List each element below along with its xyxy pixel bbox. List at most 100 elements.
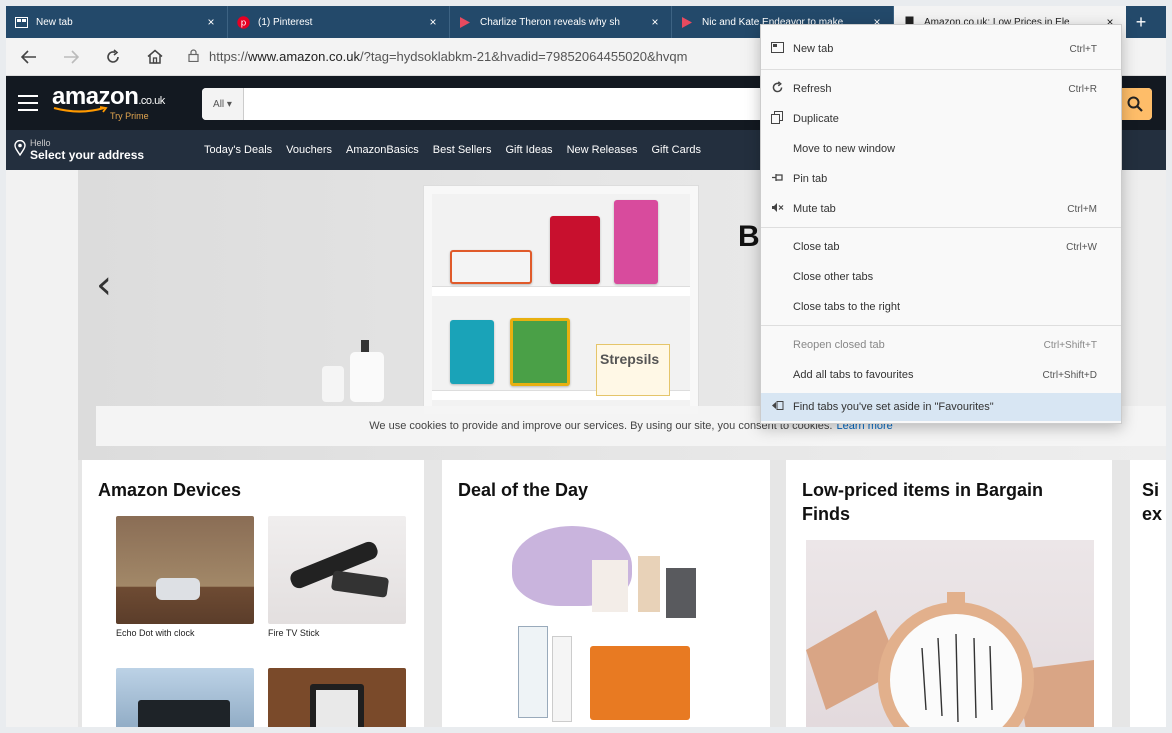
hero-product — [550, 216, 600, 284]
card-partial[interactable]: Si ex — [1130, 460, 1166, 727]
lock-icon — [188, 48, 199, 65]
device-image[interactable] — [268, 668, 406, 727]
device-caption[interactable]: Echo Dot with clock — [116, 628, 195, 638]
device-caption[interactable]: Fire TV Stick — [268, 628, 319, 638]
hero-product — [510, 318, 570, 386]
tab-title: New tab — [36, 16, 73, 28]
menu-item-label: Mute tab — [793, 203, 836, 215]
tab-title: Charlize Theron reveals why sh — [480, 16, 620, 28]
nav-new-releases[interactable]: New Releases — [567, 144, 638, 156]
nav-best-sellers[interactable]: Best Sellers — [433, 144, 492, 156]
menu-item-mute-tab[interactable]: Mute tab Ctrl+M — [761, 195, 1121, 223]
nav-todays-deals[interactable]: Today's Deals — [204, 144, 272, 156]
browser-window: New tab × p (1) Pinterest × Charlize The… — [6, 6, 1166, 727]
back-icon[interactable] — [14, 42, 44, 72]
menu-icon[interactable] — [12, 87, 44, 119]
newtab-icon — [771, 42, 793, 56]
tab-charlize[interactable]: Charlize Theron reveals why sh × — [450, 6, 672, 38]
hero-bottle — [322, 366, 344, 402]
search-icon[interactable] — [1118, 88, 1152, 120]
mute-icon — [771, 202, 793, 216]
search-category-select[interactable]: All ▾ — [202, 88, 244, 120]
deal-product-image — [592, 560, 628, 612]
home-icon[interactable] — [140, 42, 170, 72]
card-deal-of-the-day[interactable]: Deal of the Day — [442, 460, 770, 727]
menu-item-label: Reopen closed tab — [793, 339, 885, 351]
card-title: Amazon Devices — [98, 480, 242, 500]
svg-text:p: p — [240, 18, 246, 28]
nav-vouchers[interactable]: Vouchers — [286, 144, 332, 156]
menu-item-new-tab[interactable]: New tab Ctrl+T — [761, 35, 1121, 63]
menu-item-add-favourites[interactable]: Add all tabs to favourites Ctrl+Shift+D — [761, 361, 1121, 389]
location-pin-icon — [14, 139, 26, 160]
pinterest-icon: p — [236, 15, 250, 29]
logo-subtitle: Try Prime — [110, 111, 149, 121]
close-icon[interactable]: × — [647, 15, 663, 29]
tab-pinterest[interactable]: p (1) Pinterest × — [228, 6, 450, 38]
menu-item-shortcut: Ctrl+W — [1066, 241, 1097, 253]
tab-new-tab[interactable]: New tab × — [6, 6, 228, 38]
hero-product — [450, 250, 532, 284]
menu-item-duplicate[interactable]: Duplicate — [761, 105, 1121, 133]
tab-context-menu: New tab Ctrl+T Refresh Ctrl+R Duplicate … — [760, 24, 1122, 424]
echo-dot-image[interactable] — [116, 516, 254, 624]
favicon-icon — [680, 15, 694, 29]
menu-item-label: Duplicate — [793, 113, 839, 125]
duplicate-icon — [771, 111, 793, 127]
deal-product-image — [518, 626, 548, 718]
menu-item-shortcut: Ctrl+R — [1068, 83, 1097, 95]
fire-tv-stick-image[interactable] — [268, 516, 406, 624]
deal-product-image — [638, 556, 660, 612]
hero-bottle — [350, 340, 384, 402]
url-rest: /?tag=hydsoklabkm-21&hvadid=798520644550… — [360, 49, 688, 64]
deliver-to[interactable]: Hello Select your address — [14, 138, 204, 162]
setaside-icon — [771, 400, 793, 414]
menu-item-label: New tab — [793, 43, 834, 55]
amazon-logo[interactable]: amazon.co.uk Try Prime — [52, 85, 165, 121]
nav-amazonbasics[interactable]: AmazonBasics — [346, 144, 419, 156]
pin-icon — [771, 172, 793, 186]
menu-item-close-tab[interactable]: Close tab Ctrl+W — [761, 233, 1121, 261]
watch-image[interactable] — [806, 540, 1094, 727]
card-amazon-devices[interactable]: Amazon Devices Echo Dot with clock Fire … — [82, 460, 424, 727]
menu-item-close-tabs-right[interactable]: Close tabs to the right — [761, 293, 1121, 321]
nav-gift-cards[interactable]: Gift Cards — [651, 144, 701, 156]
deal-product-image — [590, 646, 690, 720]
strepsils-box: Strepsils — [596, 344, 670, 396]
menu-item-label: Add all tabs to favourites — [793, 369, 914, 381]
refresh-icon[interactable] — [98, 42, 128, 72]
close-icon[interactable]: × — [425, 15, 441, 29]
deliver-line2: Select your address — [30, 148, 145, 162]
hero-headline: B — [738, 220, 760, 253]
menu-item-close-other-tabs[interactable]: Close other tabs — [761, 263, 1121, 291]
left-margin — [6, 170, 78, 727]
logo-tld: .co.uk — [138, 95, 165, 107]
menu-item-pin-tab[interactable]: Pin tab — [761, 165, 1121, 193]
newtab-icon — [14, 15, 28, 29]
menu-item-move-window[interactable]: Move to new window — [761, 135, 1121, 163]
refresh-icon — [771, 81, 793, 97]
shelf-board — [432, 286, 690, 296]
deliver-line1: Hello — [30, 138, 51, 148]
menu-item-label: Close tabs to the right — [793, 301, 901, 313]
menu-item-shortcut: Ctrl+Shift+D — [1042, 369, 1097, 381]
menu-item-reopen-closed-tab[interactable]: Reopen closed tab Ctrl+Shift+T — [761, 331, 1121, 359]
menu-item-label: Refresh — [793, 83, 832, 95]
deal-product-image — [666, 568, 696, 618]
menu-item-refresh[interactable]: Refresh Ctrl+R — [761, 75, 1121, 103]
nav-gift-ideas[interactable]: Gift Ideas — [505, 144, 552, 156]
close-icon[interactable]: × — [203, 15, 219, 29]
tab-title: (1) Pinterest — [258, 16, 313, 28]
menu-item-find-set-aside[interactable]: Find tabs you've set aside in "Favourite… — [761, 393, 1121, 421]
favicon-icon — [458, 15, 472, 29]
forward-icon[interactable] — [56, 42, 86, 72]
menu-item-label: Close tab — [793, 241, 840, 253]
hero-shelf: Strepsils — [424, 186, 698, 414]
card-bargain-finds[interactable]: Low-priced items in Bargain Finds — [786, 460, 1112, 727]
hero-product — [450, 320, 494, 384]
device-image[interactable] — [116, 668, 254, 727]
menu-item-shortcut: Ctrl+Shift+T — [1043, 339, 1097, 351]
chevron-left-icon[interactable]: ‹ — [96, 262, 112, 308]
menu-item-shortcut: Ctrl+T — [1069, 43, 1098, 55]
new-tab-button[interactable]: + — [1126, 6, 1156, 38]
